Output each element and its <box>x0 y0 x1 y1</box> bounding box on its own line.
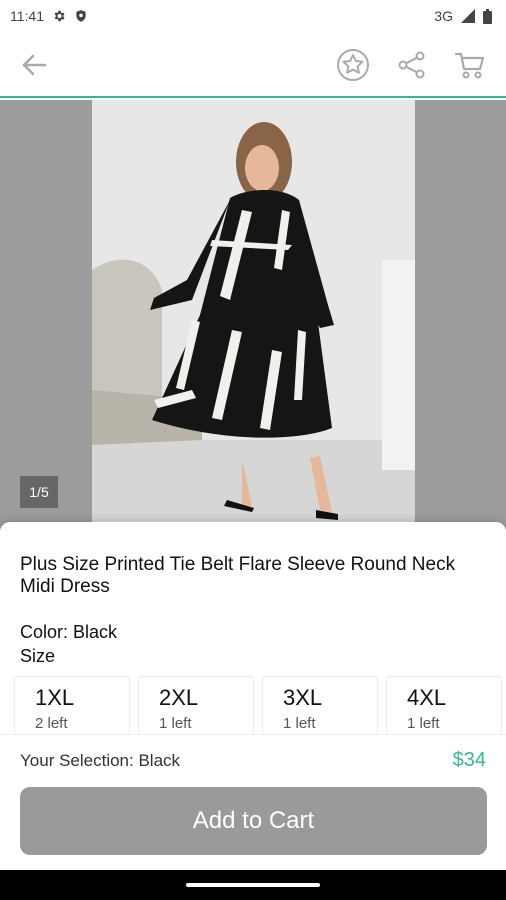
size-label: Size <box>20 646 56 666</box>
size-stock: 1 left <box>159 715 192 732</box>
size-name: 2XL <box>159 685 199 710</box>
back-arrow-icon <box>22 54 47 76</box>
image-counter: 1/5 <box>20 476 58 508</box>
product-image-gallery[interactable]: 1/5 <box>0 100 506 530</box>
shield-icon <box>74 9 88 23</box>
selection-bar: Your Selection: Black $34 <box>0 734 506 787</box>
color-label: Color: Black <box>20 622 118 642</box>
size-option-3xl[interactable]: 3XL 1 left <box>262 676 378 736</box>
size-option-2xl[interactable]: 2XL 1 left <box>138 676 254 736</box>
product-detail-sheet: Plus Size Printed Tie Belt Flare Sleeve … <box>0 522 506 870</box>
signal-icon <box>461 9 475 23</box>
network-type: 3G <box>434 8 453 24</box>
size-name: 4XL <box>407 685 447 710</box>
size-option-4xl[interactable]: 4XL 1 left <box>386 676 502 736</box>
share-button[interactable] <box>392 45 432 85</box>
cart-icon <box>454 52 485 79</box>
status-time: 11:41 <box>10 8 44 24</box>
share-icon <box>398 51 425 79</box>
battery-icon <box>483 8 492 24</box>
size-name: 3XL <box>283 685 323 710</box>
add-to-cart-button[interactable]: Add to Cart <box>20 787 487 855</box>
product-photo <box>92 100 415 530</box>
settings-icon <box>52 9 66 23</box>
cart-button[interactable] <box>450 45 490 85</box>
selection-summary: Your Selection: Black <box>20 751 181 770</box>
size-stock: 1 left <box>407 715 440 732</box>
star-icon <box>337 49 369 81</box>
price: $34 <box>452 749 486 771</box>
status-bar: 11:41 3G <box>0 0 506 32</box>
system-navigation-bar <box>0 870 506 900</box>
size-name: 1XL <box>35 685 75 710</box>
size-stock: 1 left <box>283 715 316 732</box>
size-option-1xl[interactable]: 1XL 2 left <box>14 676 130 736</box>
size-options: 1XL 2 left 2XL 1 left 3XL 1 left 4XL 1 l… <box>14 676 506 736</box>
app-bar <box>0 32 506 98</box>
product-title: Plus Size Printed Tie Belt Flare Sleeve … <box>20 554 456 597</box>
home-gesture-handle[interactable] <box>186 883 320 887</box>
size-stock: 2 left <box>35 715 68 732</box>
favorite-button[interactable] <box>333 45 373 85</box>
back-button[interactable] <box>14 45 54 85</box>
